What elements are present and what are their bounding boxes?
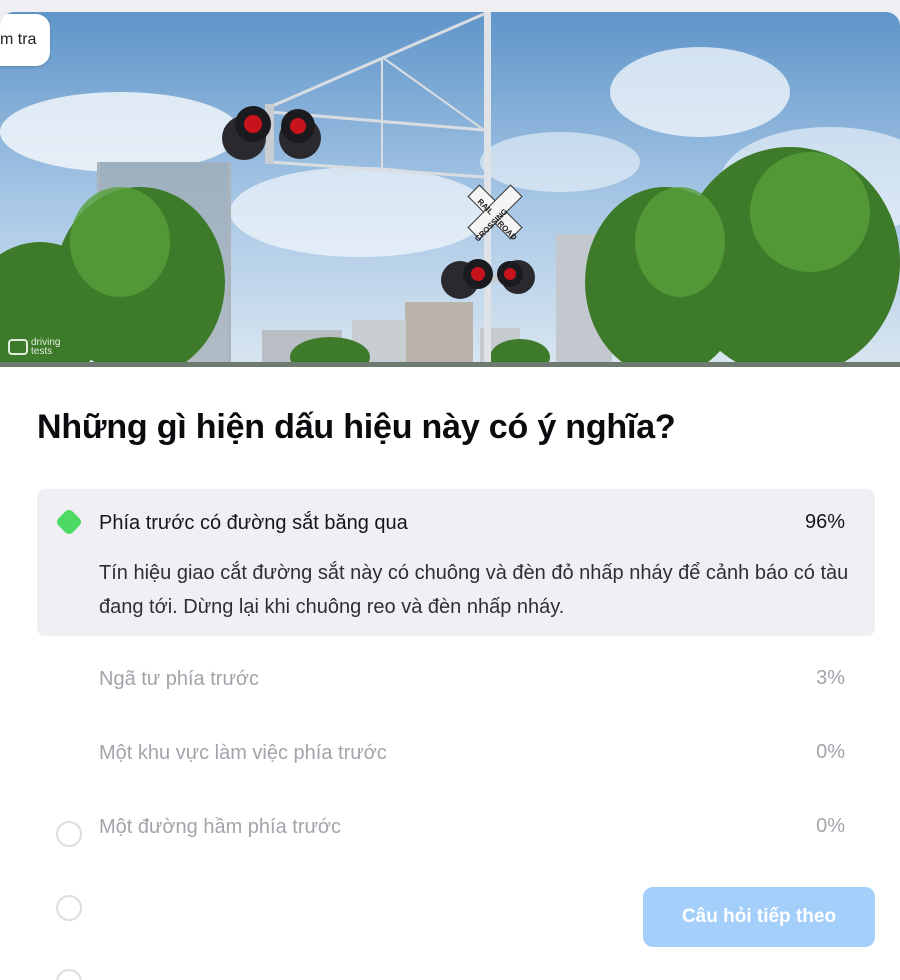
answer-option-3[interactable]: Một khu vực làm việc phía trước 0% [37, 718, 875, 921]
question-image: RAIL ROAD CROSSING m tra driving tests [0, 12, 900, 367]
answer-explanation: Tín hiệu giao cắt đường sắt này có chuôn… [99, 562, 849, 618]
driving-tests-logo-icon [8, 339, 28, 355]
answer-option-3-percent: 0% [816, 741, 845, 763]
answer-options: Phía trước có đường sắt băng qua 96% Tín… [37, 489, 875, 980]
answer-option-4-label: Một đường hầm phía trước [99, 816, 341, 838]
question-card: RAIL ROAD CROSSING m tra driving tests N… [0, 12, 900, 980]
watermark-logo: driving tests [8, 338, 60, 357]
question-title: Những gì hiện dấu hiệu này có ý nghĩa? [37, 408, 676, 446]
answer-option-1[interactable]: Phía trước có đường sắt băng qua 96% Tín… [37, 489, 875, 636]
answer-option-1-label: Phía trước có đường sắt băng qua [99, 512, 408, 534]
next-question-button[interactable]: Câu hỏi tiếp theo [643, 887, 875, 947]
answer-option-4[interactable]: Một đường hầm phía trước 0% [37, 792, 875, 980]
answer-option-4-percent: 0% [816, 815, 845, 837]
watermark-line2: tests [31, 346, 53, 357]
answer-option-2[interactable]: Ngã tư phía trước 3% [37, 644, 875, 847]
radio-circle-icon [56, 895, 82, 921]
quiz-tag: m tra [0, 14, 51, 66]
railroad-crossing-photo: RAIL ROAD CROSSING [0, 12, 900, 367]
answer-option-1-percent: 96% [804, 511, 845, 533]
radio-circle-icon [56, 969, 82, 980]
quiz-tag-label: m tra [0, 31, 37, 48]
correct-answer-icon [56, 509, 82, 535]
answer-option-3-label: Một khu vực làm việc phía trước [99, 742, 387, 764]
answer-option-2-label: Ngã tư phía trước [99, 668, 259, 690]
answer-option-2-percent: 3% [816, 667, 845, 689]
